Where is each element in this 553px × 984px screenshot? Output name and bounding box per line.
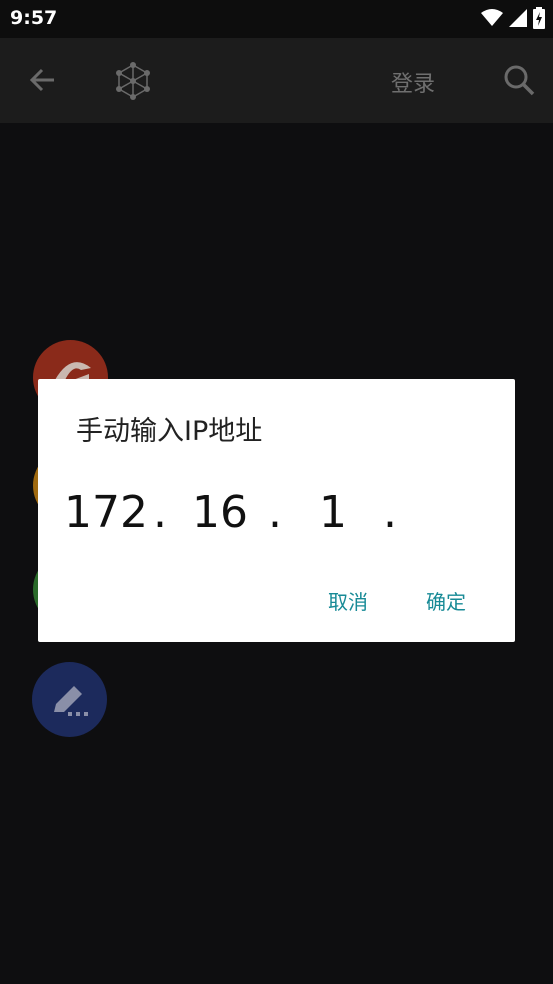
back-button[interactable] <box>24 62 60 98</box>
search-icon <box>504 65 535 96</box>
edit-icon <box>54 686 88 716</box>
search-button[interactable] <box>500 61 538 99</box>
app-bar <box>0 38 553 123</box>
status-bar: 9:57 <box>0 0 553 38</box>
ip-input-row: 172 . 16 . 1 . <box>38 483 515 543</box>
ip-dot-2: . <box>268 487 282 538</box>
ip-segment-2[interactable]: 16 <box>192 483 248 543</box>
status-time: 9:57 <box>10 7 58 29</box>
login-button[interactable]: 登录 <box>391 66 435 98</box>
ip-dot-3: . <box>383 487 397 538</box>
confirm-button[interactable]: 确定 <box>426 586 466 615</box>
back-arrow-icon <box>29 68 54 92</box>
ip-dot-1: . <box>153 487 167 538</box>
battery-icon <box>533 7 545 29</box>
ip-segment-1[interactable]: 172 <box>64 483 148 543</box>
dialog-title: 手动输入IP地址 <box>76 416 263 447</box>
signal-icon <box>509 9 527 27</box>
network-button[interactable] <box>112 60 154 102</box>
wifi-icon <box>481 9 503 26</box>
fab-edit[interactable] <box>32 662 107 737</box>
network-icon <box>116 62 150 100</box>
ip-input-dialog: 手动输入IP地址 172 . 16 . 1 . 取消 确定 <box>38 379 515 642</box>
ip-segment-3[interactable]: 1 <box>319 483 347 543</box>
cancel-button[interactable]: 取消 <box>328 586 368 615</box>
status-icons <box>481 7 545 29</box>
